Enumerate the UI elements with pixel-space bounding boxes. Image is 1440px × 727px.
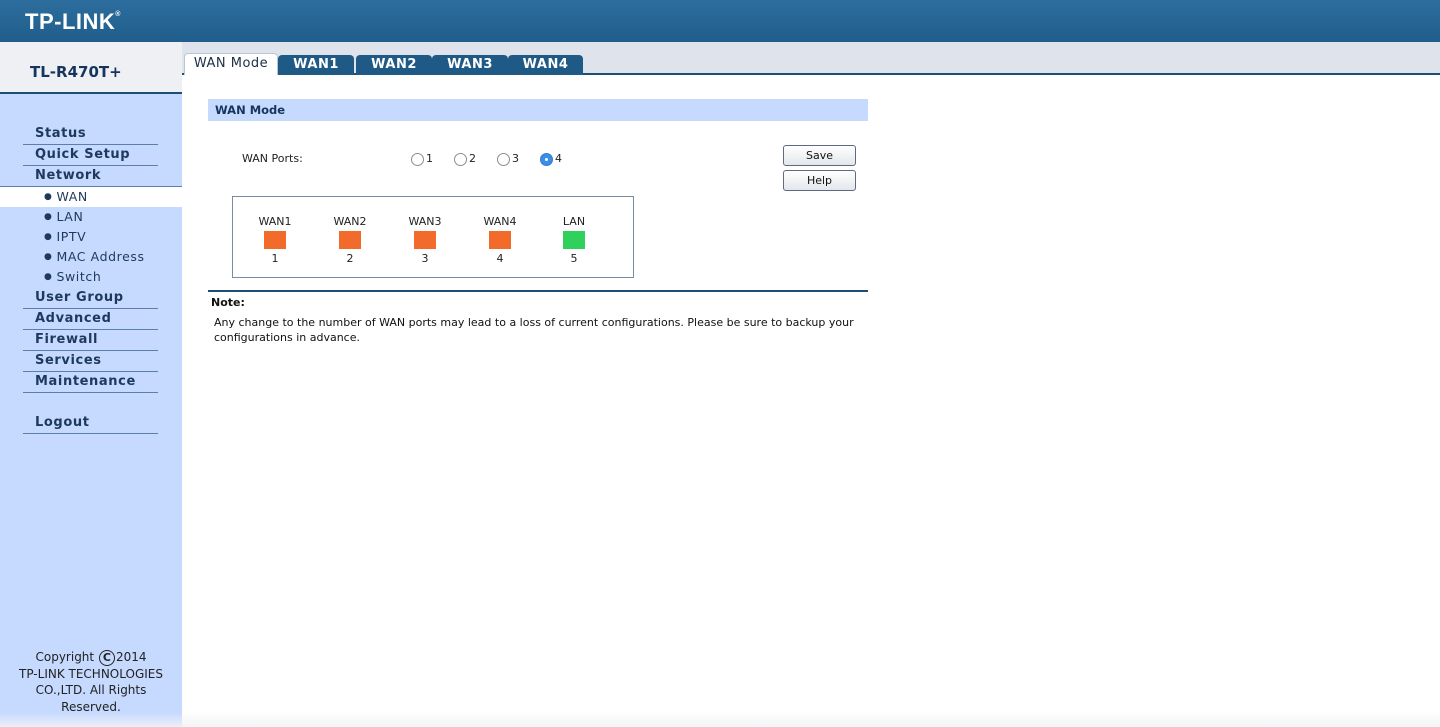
sidebar-subitem-label: IPTV xyxy=(56,229,87,244)
tab-wan2[interactable]: WAN2 xyxy=(356,55,432,75)
wan-ports-radio-1[interactable]: 1 xyxy=(411,152,433,168)
top-header: TP-LINK® xyxy=(0,0,1440,42)
sidebar-subitem-label: Switch xyxy=(56,269,102,284)
divider xyxy=(208,290,868,292)
sidebar-subitem-switch[interactable]: ● Switch xyxy=(0,267,182,287)
sidebar-subitem-mac-address[interactable]: ● MAC Address xyxy=(0,247,182,267)
ethernet-port-icon xyxy=(489,231,511,249)
sidebar-item-firewall[interactable]: Firewall xyxy=(23,330,158,351)
bullet-icon: ● xyxy=(44,212,53,222)
section-title: WAN Mode xyxy=(208,99,868,121)
port-label: WAN3 xyxy=(408,215,442,228)
bullet-icon: ● xyxy=(44,232,53,242)
sidebar-subitem-wan[interactable]: ● WAN xyxy=(0,187,182,207)
port-wan3: WAN3 3 xyxy=(395,215,455,266)
wan-ports-radio-3[interactable]: 3 xyxy=(497,152,519,168)
copyright: Copyright C 2014 TP-LINK TECHNOLOGIES CO.… xyxy=(0,649,182,715)
ethernet-port-icon xyxy=(414,231,436,249)
radio-label: 4 xyxy=(555,152,562,165)
sidebar-subitem-lan[interactable]: ● LAN xyxy=(0,207,182,227)
port-wan4: WAN4 4 xyxy=(470,215,530,266)
radio-label: 2 xyxy=(469,152,476,165)
copyright-rights: CO.,LTD. All Rights xyxy=(35,683,147,697)
radio-label: 3 xyxy=(512,152,519,165)
tp-link-logo: TP-LINK® xyxy=(25,9,121,34)
sidebar-item-logout[interactable]: Logout xyxy=(23,413,158,434)
sidebar-item-maintenance[interactable]: Maintenance xyxy=(23,372,158,393)
note-title: Note: xyxy=(211,296,245,309)
port-label: WAN2 xyxy=(333,215,367,228)
ethernet-port-icon xyxy=(563,231,585,249)
bullet-icon: ● xyxy=(44,192,53,202)
copyright-icon: C xyxy=(98,649,115,666)
port-number: 4 xyxy=(496,252,504,265)
sidebar-subitem-label: LAN xyxy=(56,209,84,224)
port-number: 3 xyxy=(421,252,429,265)
ethernet-port-icon xyxy=(339,231,361,249)
wan-ports-radio-2[interactable]: 2 xyxy=(454,152,476,168)
port-diagram: WAN1 1 WAN2 2 WAN3 3 WAN4 4 LAN 5 xyxy=(232,196,634,278)
tab-wan1[interactable]: WAN1 xyxy=(278,55,354,75)
sidebar-item-quick-setup[interactable]: Quick Setup xyxy=(23,145,158,166)
sidebar-item-network[interactable]: Network xyxy=(0,166,182,187)
sidebar-item-user-group[interactable]: User Group xyxy=(23,288,158,309)
radio-icon[interactable] xyxy=(411,152,424,166)
bullet-icon: ● xyxy=(44,272,53,282)
model-box: TL-R470T+ xyxy=(0,42,182,94)
radio-icon[interactable] xyxy=(497,152,510,166)
sidebar-subitem-iptv[interactable]: ● IPTV xyxy=(0,227,182,247)
copyright-text: Copyright xyxy=(35,650,95,664)
tab-wan-mode[interactable]: WAN Mode xyxy=(184,53,278,75)
sidebar-item-services[interactable]: Services xyxy=(23,351,158,372)
sidebar-subitem-label: MAC Address xyxy=(56,249,145,264)
sidebar-item-status[interactable]: Status xyxy=(23,124,158,145)
copyright-year: 2014 xyxy=(115,650,147,664)
port-wan1: WAN1 1 xyxy=(245,215,305,266)
bullet-icon: ● xyxy=(44,252,53,262)
port-label: WAN1 xyxy=(258,215,292,228)
port-wan2: WAN2 2 xyxy=(320,215,380,266)
tab-wan4[interactable]: WAN4 xyxy=(508,55,583,75)
port-label: LAN xyxy=(562,215,586,228)
sidebar-item-advanced[interactable]: Advanced xyxy=(23,309,158,330)
radio-selected-icon[interactable] xyxy=(540,152,553,166)
help-button[interactable]: Help xyxy=(783,170,856,191)
wan-ports-radio-4[interactable]: 4 xyxy=(540,152,562,168)
save-button[interactable]: Save xyxy=(783,145,856,166)
note-text: Any change to the number of WAN ports ma… xyxy=(214,316,854,344)
sidebar-subitem-label: WAN xyxy=(56,189,88,204)
tab-wan3[interactable]: WAN3 xyxy=(432,55,508,75)
ethernet-port-icon xyxy=(264,231,286,249)
wan-ports-label: WAN Ports: xyxy=(242,152,303,165)
port-number: 1 xyxy=(271,252,279,265)
radio-label: 1 xyxy=(426,152,433,165)
sidebar: TL-R470T+ Status Quick Setup Network ● WA… xyxy=(0,42,182,727)
model-name: TL-R470T+ xyxy=(30,63,122,81)
bottom-edge xyxy=(0,712,1440,727)
copyright-company: TP-LINK TECHNOLOGIES xyxy=(19,666,163,681)
port-number: 5 xyxy=(570,252,578,265)
radio-icon[interactable] xyxy=(454,152,467,166)
tab-bar: WAN Mode WAN1 WAN2 WAN3 WAN4 xyxy=(182,42,1440,75)
port-lan: LAN 5 xyxy=(544,215,604,266)
port-label: WAN4 xyxy=(483,215,517,228)
port-number: 2 xyxy=(346,252,354,265)
